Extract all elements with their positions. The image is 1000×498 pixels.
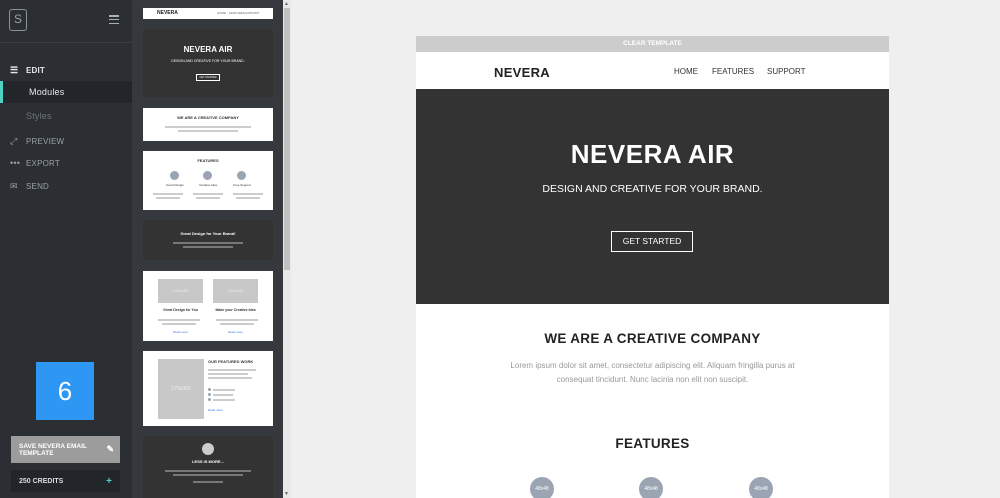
thumb-text-lines <box>153 191 263 201</box>
thumb-col-title: Make your Creative Idea <box>215 308 256 312</box>
thumb-col-title: Great Design for You <box>163 308 198 312</box>
nav-item-label: EDIT <box>26 65 46 75</box>
nav-item-send[interactable]: ✉ SEND <box>0 175 132 197</box>
sliders-icon: ☰ <box>10 64 19 75</box>
expand-icon: ⤢ <box>10 135 18 146</box>
hero-title: NEVERA AIR <box>570 139 735 169</box>
thumb-read-more: Read more <box>173 330 188 334</box>
thumb-read-more: Read more <box>228 330 243 334</box>
thumb-feature-icon <box>237 171 246 180</box>
thumb-feature-icon <box>170 171 179 180</box>
thumb-brand: NEVERA <box>157 10 178 16</box>
thumb-feature-icon <box>203 171 212 180</box>
thumb-quote-title: LESS IS MORE... <box>192 459 224 464</box>
nav-item-export[interactable]: ••• EXPORT <box>0 152 132 174</box>
clear-template-button[interactable]: CLEAR TEMPLATE <box>416 36 889 52</box>
scroll-up-icon[interactable]: ▲ <box>284 1 289 7</box>
step-badge: 6 <box>36 362 94 420</box>
thumb-text-lines <box>163 468 253 485</box>
app-sidebar: S ☰ EDIT Modules Styles ⤢ PREVIEW ••• EX… <box>0 0 132 498</box>
thumb-nav-link: FEATURES <box>229 11 245 15</box>
save-template-button[interactable]: SAVE NEVERA EMAIL TEMPLATE ✎ <box>11 436 120 463</box>
thumb-avatar <box>202 443 214 455</box>
features-title: FEATURES <box>615 436 690 451</box>
hamburger-menu-icon[interactable] <box>109 15 119 24</box>
save-template-label: SAVE NEVERA EMAIL TEMPLATE <box>19 442 87 457</box>
module-thumb-features[interactable]: FEATURES Great Design Creative Idea Free… <box>143 151 273 210</box>
thumb-work-list <box>208 388 235 401</box>
thumb-text-lines <box>158 317 258 327</box>
thumb-work-title: OUR FEATURED WORK <box>208 359 254 364</box>
scroll-down-icon[interactable]: ▼ <box>284 491 289 497</box>
thumb-hero-button: GET STARTED <box>196 74 220 81</box>
nav-item-label: PREVIEW <box>26 136 65 146</box>
about-text: Lorem ipsum dolor sit amet, consectetur … <box>510 361 795 384</box>
scrollbar-thumb[interactable] <box>284 8 290 270</box>
thumb-hero-subtitle: DESIGN AND CREATIVE FOR YOUR BRAND. <box>171 59 245 63</box>
sidebar-divider <box>0 42 132 43</box>
thumb-features-title: FEATURES <box>197 158 219 163</box>
envelope-icon: ✉ <box>10 180 18 191</box>
module-thumb-hero[interactable]: NEVERA AIR DESIGN AND CREATIVE FOR YOUR … <box>143 29 273 97</box>
credits-label: 250 CREDITS <box>19 477 64 485</box>
email-header: NEVERA HOME FEATURES SUPPORT <box>416 52 889 89</box>
thumb-nav-link: SUPPORT <box>245 11 260 15</box>
thumb-banner-title: Great Design for Your Brand! <box>180 231 236 236</box>
nav-subitem-label: Styles <box>26 111 52 121</box>
thumb-image-placeholder: 270x350 <box>158 359 204 419</box>
thumb-hero-title: NEVERA AIR <box>183 45 233 54</box>
panel-scrollbar[interactable]: ▲ ▼ <box>283 0 291 498</box>
nav-item-edit[interactable]: ☰ EDIT <box>0 59 132 81</box>
feature-icon-placeholder: 48x48 <box>530 477 554 498</box>
module-thumb-about[interactable]: WE ARE A CREATIVE COMPANY <box>143 108 273 141</box>
email-hero: NEVERA AIR DESIGN AND CREATIVE FOR YOUR … <box>416 89 889 304</box>
add-credits-icon[interactable]: + <box>106 476 112 487</box>
dots-icon: ••• <box>10 158 21 168</box>
nav-subitem-styles[interactable]: Styles <box>0 105 132 127</box>
thumb-about-title: WE ARE A CREATIVE COMPANY <box>177 115 239 120</box>
about-title: WE ARE A CREATIVE COMPANY <box>544 331 761 346</box>
module-thumb-featured-work[interactable]: 270x350 OUR FEATURED WORK Read more <box>143 351 273 426</box>
credits-bar: 250 CREDITS + <box>11 470 120 492</box>
thumb-image-placeholder: 270x150 <box>158 279 203 303</box>
email-menu-support[interactable]: SUPPORT <box>767 67 806 76</box>
feature-icon-placeholder: 48x48 <box>749 477 773 498</box>
module-thumb-quote[interactable]: LESS IS MORE... <box>143 436 273 498</box>
email-menu-features[interactable]: FEATURES <box>712 67 754 76</box>
email-brand: NEVERA <box>494 65 550 80</box>
nav-item-preview[interactable]: ⤢ PREVIEW <box>0 130 132 152</box>
module-thumb-banner[interactable]: Great Design for Your Brand! <box>143 220 273 260</box>
module-thumb-nav[interactable]: NEVERA HOME FEATURES SUPPORT <box>143 8 273 19</box>
thumb-image-placeholder: 270x150 <box>213 279 258 303</box>
thumb-text-lines <box>208 367 260 381</box>
thumb-text-lines <box>165 124 251 134</box>
module-thumb-two-column[interactable]: 270x150 270x150 Great Design for You Mak… <box>143 271 273 341</box>
email-preview: CLEAR TEMPLATE NEVERA HOME FEATURES SUPP… <box>416 36 889 498</box>
feature-icon-placeholder: 48x48 <box>639 477 663 498</box>
app-logo[interactable]: S <box>9 9 27 31</box>
thumb-feature-label: Free Support <box>233 183 251 187</box>
hero-subtitle: DESIGN AND CREATIVE FOR YOUR BRAND. <box>542 183 763 195</box>
pencil-icon: ✎ <box>106 444 114 454</box>
nav-item-label: SEND <box>26 181 50 191</box>
nav-subitem-modules[interactable]: Modules <box>0 81 132 103</box>
module-panel: NEVERA HOME FEATURES SUPPORT NEVERA AIR … <box>132 0 283 498</box>
thumb-read-more: Read more <box>208 408 223 412</box>
get-started-button[interactable]: GET STARTED <box>611 231 693 252</box>
thumb-nav-link: HOME <box>217 11 226 15</box>
thumb-text-lines <box>173 240 243 250</box>
email-menu-home[interactable]: HOME <box>674 67 698 76</box>
nav-item-label: EXPORT <box>26 158 60 168</box>
nav-subitem-label: Modules <box>29 87 65 97</box>
